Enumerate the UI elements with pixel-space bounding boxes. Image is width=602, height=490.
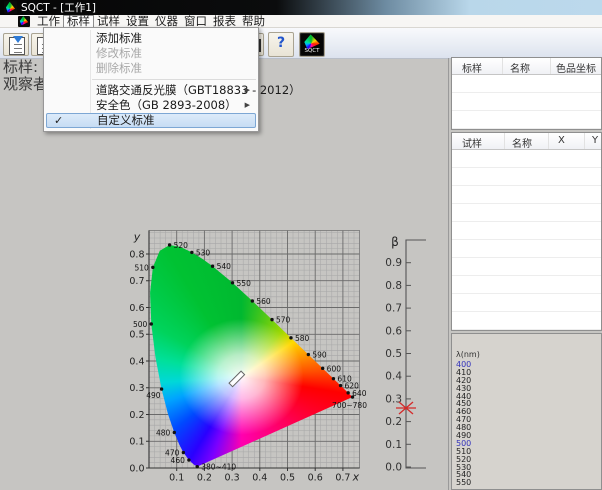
svg-text:β: β — [391, 235, 399, 249]
menu-item-道路交通反光膜（GBT18833 - 2012）[interactable]: 道路交通反光膜（GBT18833 - 2012）▶ — [44, 83, 258, 98]
svg-text:0.0: 0.0 — [385, 462, 402, 474]
table-row[interactable] — [452, 186, 601, 204]
submenu-arrow-icon: ▶ — [245, 83, 250, 98]
table-row[interactable] — [452, 129, 601, 130]
standard-label: 标样: — [3, 59, 48, 76]
observer-label: 观察者 — [3, 76, 48, 93]
chromaticity-diagram: 0.10.20.30.40.50.60.70.00.10.20.30.40.50… — [118, 225, 376, 489]
column-header-X[interactable]: X — [558, 135, 565, 146]
table-row[interactable] — [452, 276, 601, 294]
standards-table-body[interactable] — [452, 75, 601, 130]
checkmark-icon: ✓ — [54, 114, 63, 127]
menu-item-label: 道路交通反光膜（GBT18833 - 2012） — [96, 83, 301, 97]
table-row[interactable] — [452, 93, 601, 111]
column-header-Y[interactable]: Y — [592, 135, 598, 146]
standards-table: 标样 名称 色品坐标 — [451, 57, 602, 130]
table-row[interactable] — [452, 222, 601, 240]
sqct-logo-icon: SQCT — [301, 34, 323, 55]
table-row[interactable] — [452, 111, 601, 129]
table-row[interactable] — [452, 240, 601, 258]
column-separator — [548, 133, 549, 149]
menubar-item-仪器[interactable]: 仪器 — [152, 15, 181, 27]
samples-table-body[interactable] — [452, 150, 601, 331]
svg-text:0.5: 0.5 — [385, 348, 402, 360]
menubar-item-标样[interactable]: 标样 — [63, 15, 94, 28]
svg-text:0.2: 0.2 — [385, 416, 402, 428]
menubar-item-设置[interactable]: 设置 — [123, 15, 152, 27]
wavelength-item-550[interactable]: 550 — [456, 479, 471, 487]
svg-text:0.7: 0.7 — [385, 303, 402, 315]
question-mark-icon: ? — [269, 33, 293, 54]
menu-item-label: 修改标准 — [96, 46, 142, 60]
menubar-item-工作[interactable]: 工作 — [34, 15, 63, 27]
svg-text:0.3: 0.3 — [385, 393, 402, 405]
column-header-试样[interactable]: 试样 — [462, 135, 482, 150]
menubar-item-报表[interactable]: 报表 — [210, 15, 239, 27]
column-separator — [504, 133, 505, 149]
menu-item-自定义标准[interactable]: ✓ 自定义标准 — [46, 113, 256, 128]
title-bar: SQCT - [工作1] — [0, 0, 602, 15]
column-header-色品坐标[interactable]: 色品坐标 — [556, 60, 596, 75]
menu-item-添加标准[interactable]: 添加标准 — [44, 31, 258, 46]
column-separator — [550, 58, 551, 74]
svg-text:0.9: 0.9 — [385, 257, 402, 269]
menu-item-修改标准[interactable]: 修改标准 — [44, 46, 258, 61]
table-row[interactable] — [452, 75, 601, 93]
menu-bar-items: 工作标样试样设置仪器窗口报表帮助 — [34, 15, 268, 28]
column-header-名称[interactable]: 名称 — [510, 60, 530, 75]
help-button[interactable]: ? — [268, 32, 294, 57]
column-separator — [502, 58, 503, 74]
svg-text:0.8: 0.8 — [385, 280, 402, 292]
submenu-arrow-icon: ▶ — [245, 98, 250, 113]
menu-item-label: 安全色（GB 2893-2008） — [96, 98, 237, 112]
mdi-child-icon[interactable] — [18, 16, 30, 27]
svg-text:0.1: 0.1 — [385, 439, 402, 451]
sqct-logo-text: SQCT — [301, 48, 323, 55]
table-row[interactable] — [452, 294, 601, 312]
samples-table-header: 试样 名称 X Y — [452, 133, 601, 150]
menubar-item-窗口[interactable]: 窗口 — [181, 15, 210, 27]
menu-separator — [92, 79, 256, 80]
menubar-item-帮助[interactable]: 帮助 — [239, 15, 268, 27]
sqct-application-window: { "window": {"title": "SQCT - [工作1]"}, "… — [0, 0, 602, 490]
column-header-标样[interactable]: 标样 — [462, 60, 482, 75]
svg-text:0.6: 0.6 — [385, 325, 402, 337]
table-row[interactable] — [452, 330, 601, 331]
window-title: SQCT - [工作1] — [21, 1, 96, 15]
blue-down-arrow-icon — [13, 36, 23, 43]
column-header-名称[interactable]: 名称 — [512, 135, 532, 150]
wavelength-list[interactable]: 4004104204304404504604704804905005105205… — [456, 361, 471, 487]
menu-item-label: 删除标准 — [96, 61, 142, 75]
column-separator — [584, 133, 585, 149]
standards-table-header: 标样 名称 色品坐标 — [452, 58, 601, 75]
observer-info-block: 标样: 观察者 — [3, 59, 48, 92]
chromaticity-icon — [304, 34, 321, 49]
wavelength-header: λ(nm) — [456, 350, 480, 359]
panel-splitter[interactable] — [448, 58, 449, 490]
svg-text:0.4: 0.4 — [385, 371, 402, 383]
table-row[interactable] — [452, 150, 601, 168]
menu-item-label: 自定义标准 — [97, 113, 155, 127]
samples-table: 试样 名称 X Y — [451, 132, 602, 331]
sqct-app-icon — [4, 1, 17, 14]
import-standard-button[interactable] — [3, 33, 29, 56]
menu-item-label: 添加标准 — [96, 31, 142, 45]
menubar-item-试样[interactable]: 试样 — [94, 15, 123, 27]
chromaticity-icon — [19, 16, 28, 25]
sqct-about-button[interactable]: SQCT — [299, 32, 325, 57]
standards-dropdown-menu: 添加标准修改标准删除标准道路交通反光膜（GBT18833 - 2012）▶安全色… — [43, 27, 259, 132]
beta-axis-panel: 0.0 0.1 0.2 0.3 0.4 0.5 0.6 0.7 0.8 0.9 β — [383, 228, 441, 484]
table-row[interactable] — [452, 312, 601, 330]
table-row[interactable] — [452, 168, 601, 186]
menu-item-删除标准[interactable]: 删除标准 — [44, 61, 258, 76]
table-row[interactable] — [452, 204, 601, 222]
beta-axis: 0.0 0.1 0.2 0.3 0.4 0.5 0.6 0.7 0.8 0.9 β — [383, 228, 441, 484]
table-row[interactable] — [452, 258, 601, 276]
wavelength-panel: λ(nm) 4004104204304404504604704804905005… — [451, 333, 602, 490]
chromaticity-icon — [6, 2, 16, 13]
menu-item-安全色（GB 2893-2008）[interactable]: 安全色（GB 2893-2008） ▶ — [44, 98, 258, 113]
